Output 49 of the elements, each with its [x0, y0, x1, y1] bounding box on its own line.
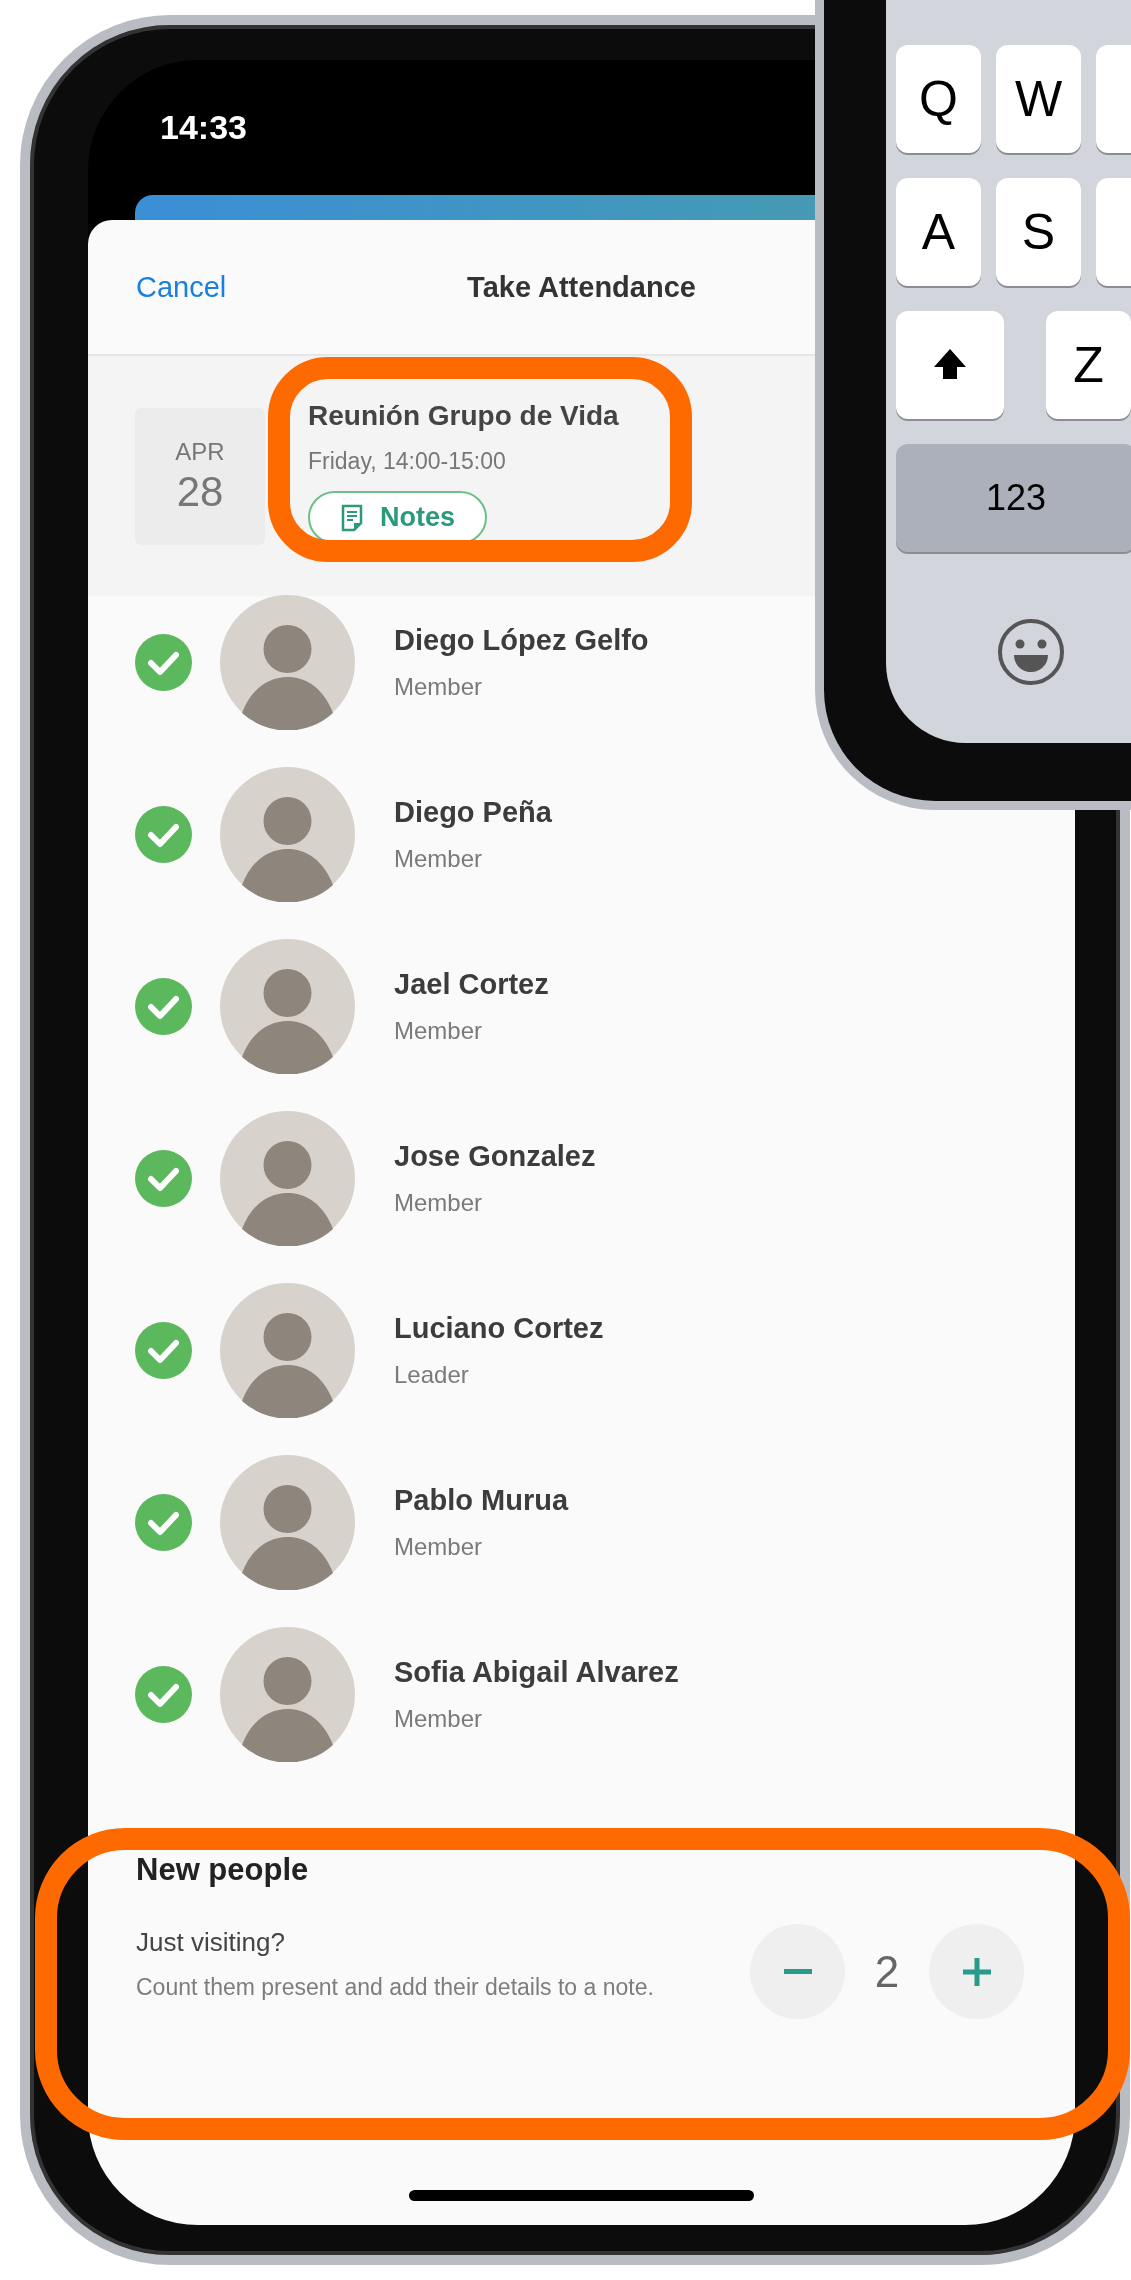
member-role: Leader — [394, 1360, 470, 1389]
avatar-icon — [220, 1282, 355, 1418]
member-name: Pablo Murua — [394, 1483, 568, 1517]
key[interactable]: S — [996, 178, 1081, 286]
checked-icon[interactable] — [135, 1665, 192, 1723]
avatar-icon — [220, 594, 355, 730]
key[interactable]: Q — [896, 45, 981, 153]
member-name: Diego López Gelfo — [394, 623, 649, 657]
event-title: Reunión Grupo de Vida — [308, 400, 619, 432]
member-role: Member — [394, 1188, 484, 1217]
emoji-icon[interactable] — [996, 617, 1066, 687]
numbers-key[interactable]: 123 — [896, 444, 1131, 552]
visitor-question: Just visiting? — [136, 1927, 286, 1959]
key[interactable]: A — [896, 178, 981, 286]
checked-icon[interactable] — [135, 1321, 192, 1379]
event-day: 28 — [176, 467, 224, 516]
member-role: Member — [394, 1704, 484, 1733]
checked-icon[interactable] — [135, 1493, 192, 1551]
avatar-icon — [220, 766, 355, 902]
key[interactable]: Z — [1046, 311, 1131, 419]
member-role: Member — [394, 1016, 484, 1045]
cancel-link[interactable]: Cancel — [136, 270, 227, 304]
member-role: Member — [394, 844, 484, 873]
checked-icon[interactable] — [135, 1149, 192, 1207]
member-role: Member — [394, 672, 484, 701]
event-time: Friday, 14:00-15:00 — [308, 448, 506, 475]
checked-icon[interactable] — [135, 805, 192, 863]
avatar-icon — [220, 938, 355, 1074]
key[interactable]: W — [996, 45, 1081, 153]
shift-key[interactable] — [896, 311, 1004, 419]
event-month: APR — [175, 437, 225, 466]
visitor-count: 2 — [873, 1946, 901, 1997]
member-name: Sofia Abigail Alvarez — [394, 1655, 679, 1689]
sheet-title: Take Attendance — [467, 270, 696, 304]
member-name: Luciano Cortez — [394, 1311, 604, 1345]
checked-icon[interactable] — [135, 633, 192, 691]
note-icon — [340, 503, 364, 532]
avatar-icon — [220, 1110, 355, 1246]
member-name: Diego Peña — [394, 795, 552, 829]
checked-icon[interactable] — [135, 977, 192, 1035]
avatar-icon — [220, 1626, 355, 1762]
status-time: 14:33 — [160, 108, 247, 147]
avatar-icon — [220, 1454, 355, 1590]
member-role: Member — [394, 1532, 484, 1561]
member-name: Jael Cortez — [394, 967, 549, 1001]
section-title: New people — [136, 1852, 310, 1888]
visitor-hint: Count them present and add their details to a note. — [136, 1973, 655, 2003]
minus-icon — [783, 1969, 812, 1974]
member-name: Jose Gonzalez — [394, 1139, 596, 1173]
